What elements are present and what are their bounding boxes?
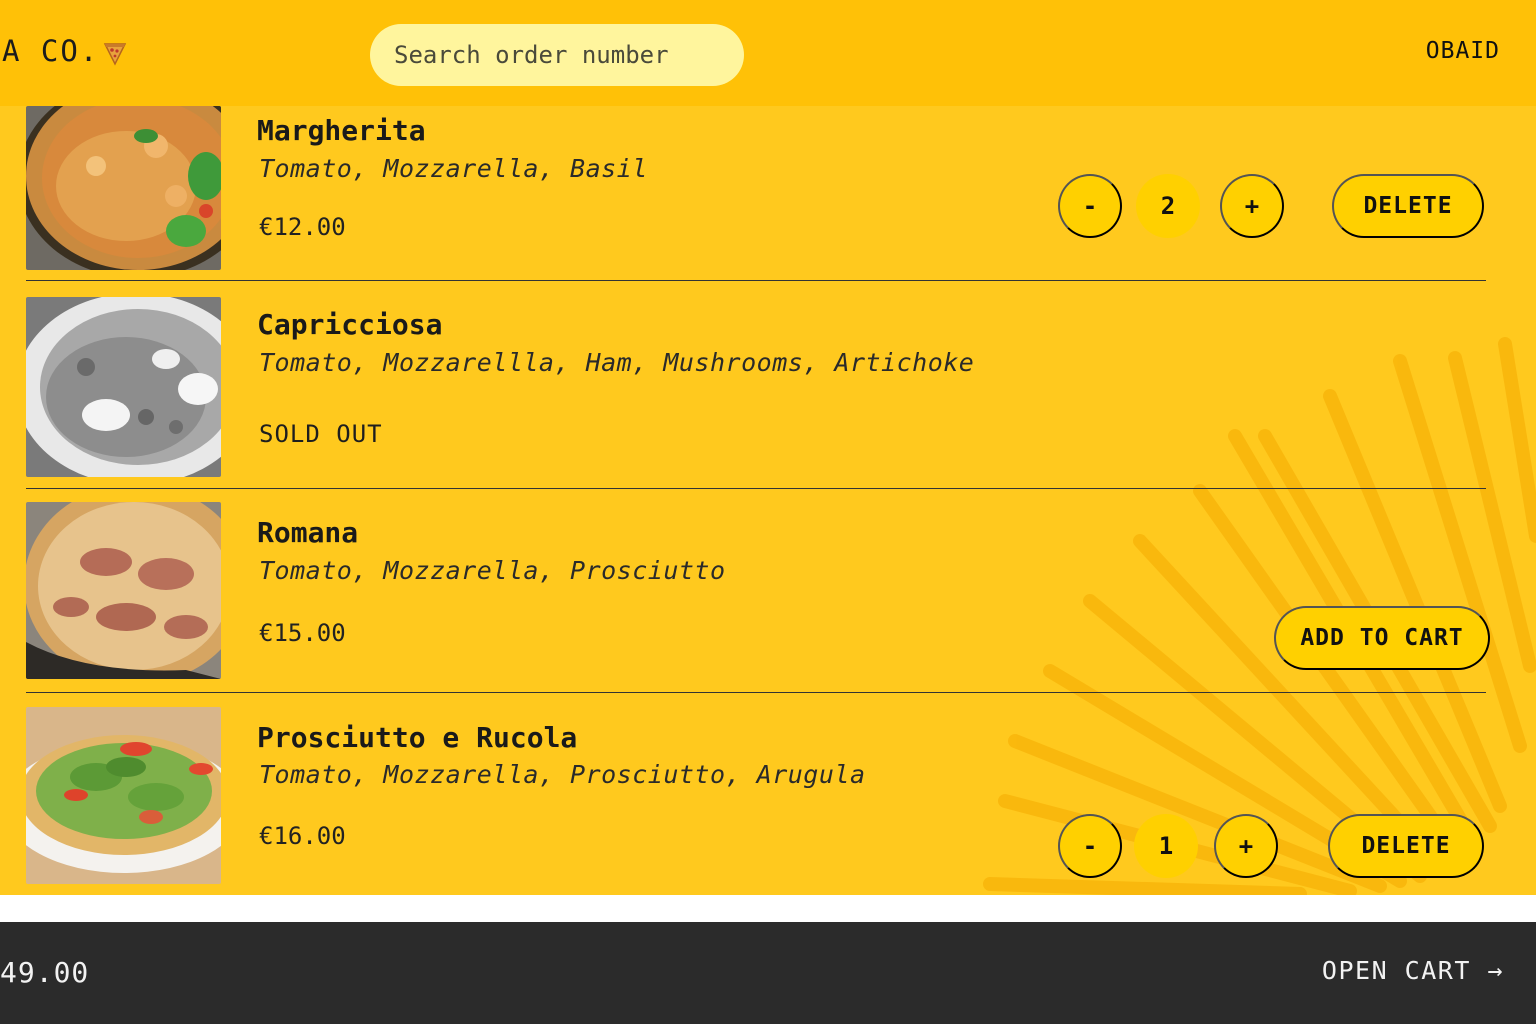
prosciutto-e-rucola-image [26, 707, 221, 884]
item-ingredients: Tomato, Mozzarella, Prosciutto, Arugula [259, 760, 866, 789]
quantity-value: 2 [1136, 174, 1200, 238]
sold-out-label: SOLD OUT [259, 420, 383, 448]
increase-quantity-button[interactable]: + [1214, 814, 1278, 878]
item-name: Margherita [257, 114, 426, 147]
cart-item-margherita: Margherita Tomato, Mozzarella, Basil €12… [26, 106, 1486, 281]
item-ingredients: Tomato, Mozzarella, Basil [259, 154, 648, 183]
delete-button[interactable]: DELETE [1328, 814, 1484, 878]
cart-item-prosciutto-e-rucola: Prosciutto e Rucola Tomato, Mozzarella, … [26, 694, 1486, 895]
decrease-quantity-button[interactable]: - [1058, 814, 1122, 878]
margherita-image [26, 106, 221, 270]
cart-item-capricciosa: Capricciosa Tomato, Mozzarellla, Ham, Mu… [26, 282, 1486, 489]
item-ingredients: Tomato, Mozzarella, Prosciutto [259, 556, 726, 585]
item-price: €16.00 [259, 822, 346, 850]
open-cart-link[interactable]: OPEN CART → [1322, 956, 1504, 985]
romana-image [26, 502, 221, 679]
menu-list: Margherita Tomato, Mozzarella, Basil €12… [0, 106, 1536, 895]
brand-logo-text[interactable]: A CO. [2, 34, 99, 68]
item-name: Romana [257, 516, 359, 549]
item-name: Prosciutto e Rucola [257, 721, 578, 754]
cart-summary-bar: 49.00 OPEN CART → [0, 922, 1536, 1024]
item-price: €15.00 [259, 619, 346, 647]
cart-item-romana: Romana Tomato, Mozzarella, Prosciutto €1… [26, 490, 1490, 693]
cart-total: 49.00 [0, 956, 90, 989]
spacer [0, 895, 1536, 922]
delete-button[interactable]: DELETE [1332, 174, 1484, 238]
username: OBAID [1425, 38, 1500, 64]
pizza-slice-icon [103, 43, 127, 66]
quantity-value: 1 [1134, 814, 1198, 878]
item-ingredients: Tomato, Mozzarellla, Ham, Mushrooms, Art… [259, 348, 975, 377]
decrease-quantity-button[interactable]: - [1058, 174, 1122, 238]
capricciosa-image [26, 297, 221, 477]
app-header: A CO. OBAID [0, 0, 1536, 106]
search-order-input[interactable] [370, 24, 744, 86]
add-to-cart-button[interactable]: ADD TO CART [1274, 606, 1490, 670]
increase-quantity-button[interactable]: + [1220, 174, 1284, 238]
item-price: €12.00 [259, 213, 346, 241]
item-name: Capricciosa [257, 308, 443, 341]
